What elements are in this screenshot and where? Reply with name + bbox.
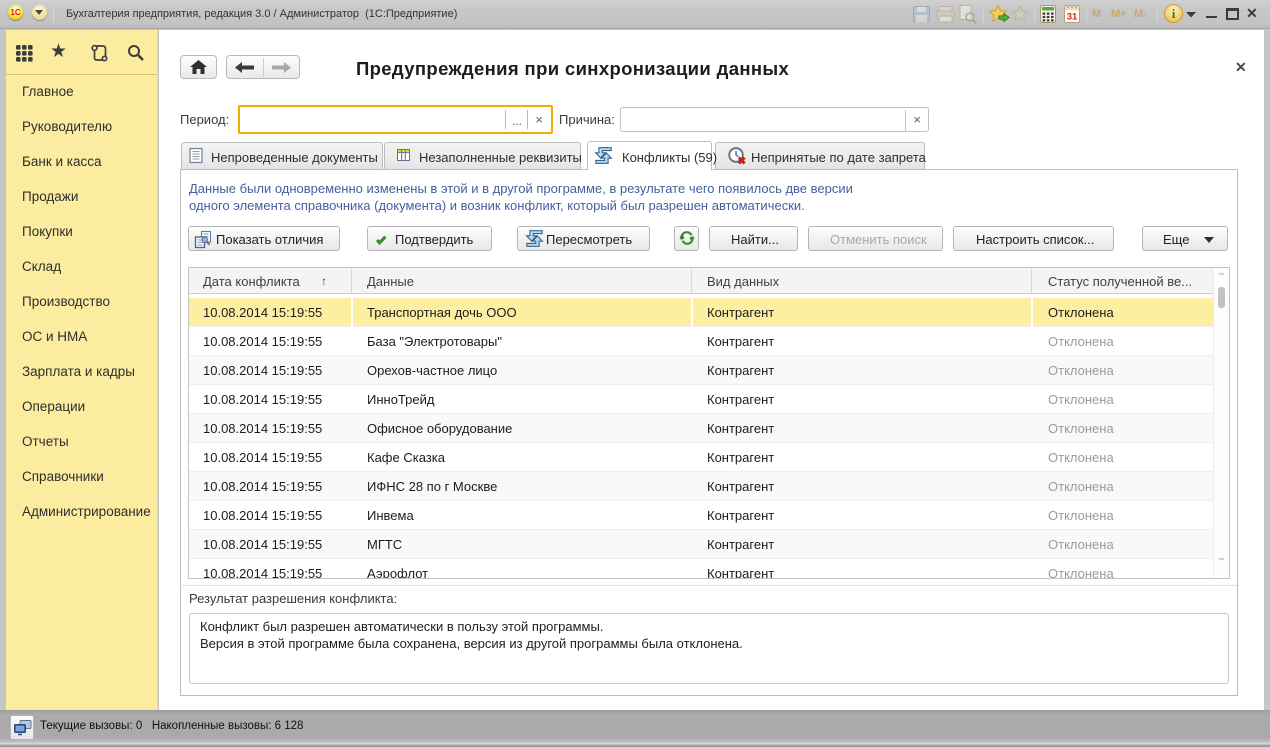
svg-text:i: i bbox=[1172, 6, 1176, 21]
svg-text:31: 31 bbox=[1067, 12, 1078, 23]
